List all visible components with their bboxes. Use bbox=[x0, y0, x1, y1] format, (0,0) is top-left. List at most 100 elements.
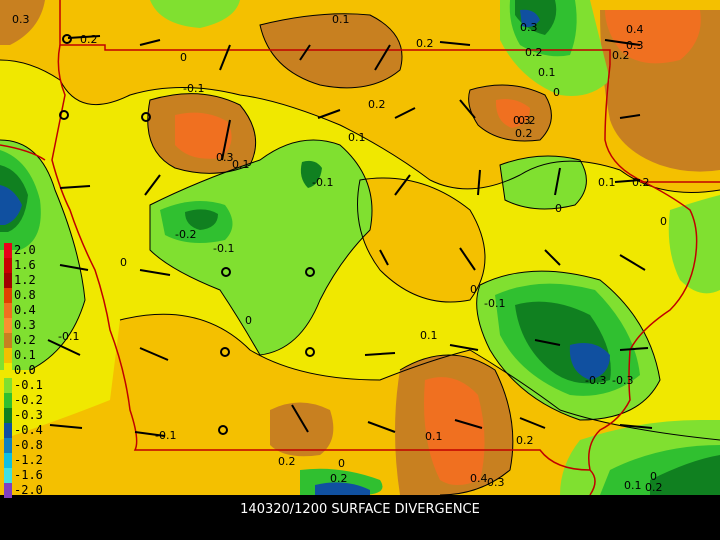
legend-swatch bbox=[4, 438, 12, 453]
legend-row: 0.2 bbox=[4, 333, 40, 348]
contour-label: 0.4 bbox=[470, 472, 488, 485]
legend-row: -2.0 bbox=[4, 483, 43, 498]
legend-label: -1.2 bbox=[14, 453, 43, 467]
contour-label: 0.2 bbox=[515, 127, 533, 140]
contour-label: 0.4 bbox=[626, 23, 644, 36]
contour-label: 0.1 bbox=[232, 158, 250, 171]
legend-swatch bbox=[4, 393, 12, 408]
field-pos-02-w bbox=[140, 322, 208, 420]
legend-label: 0.3 bbox=[14, 318, 36, 332]
contour-label: 0.3 bbox=[513, 114, 531, 127]
contour-label: 0.2 bbox=[516, 434, 534, 447]
contour-label: 0.3 bbox=[487, 476, 505, 489]
contour-label: 0 bbox=[553, 86, 560, 99]
contour-label: 0.1 bbox=[624, 479, 642, 492]
legend-row: -1.2 bbox=[4, 453, 43, 468]
contour-label: 0.3 bbox=[520, 21, 538, 34]
legend-label: -0.8 bbox=[14, 438, 43, 452]
contour-label: -0.1 bbox=[213, 242, 234, 255]
legend-row: -0.3 bbox=[4, 408, 43, 423]
legend-label: 0.2 bbox=[14, 333, 36, 347]
legend-label: -0.2 bbox=[14, 393, 43, 407]
field-neg-01-midnorth bbox=[500, 156, 587, 209]
legend-row: -0.4 bbox=[4, 423, 43, 438]
color-legend: 2.0 1.6 1.2 0.8 0.4 0.3 0.2 0.1 0.0 -0.1 -0.2 -0.3-… bbox=[4, 243, 43, 498]
legend-label: -0.1 bbox=[14, 378, 43, 392]
contour-label: 0 bbox=[470, 283, 477, 296]
legend-swatch bbox=[4, 363, 12, 378]
legend-row: -0.2 bbox=[4, 393, 43, 408]
map-stage: 0.3 0.2 0.1 0 0.2 0.3 0.2 0.1 0.4 0.3 0.2 -0.1 0 0.1 0… bbox=[0, 0, 720, 540]
legend-label: 1.6 bbox=[14, 258, 36, 272]
contour-label: 0 bbox=[555, 202, 562, 215]
legend-swatch bbox=[4, 288, 12, 303]
legend-swatch bbox=[4, 483, 12, 498]
legend-swatch bbox=[4, 453, 12, 468]
contour-label: 0.1 bbox=[538, 66, 556, 79]
contour-label: -0.1 bbox=[484, 297, 505, 310]
contour-label: 0.2 bbox=[368, 98, 386, 111]
legend-row: 0.8 bbox=[4, 288, 40, 303]
legend-swatch bbox=[4, 348, 12, 363]
legend-row: 1.2 bbox=[4, 273, 40, 288]
legend-row: 0.1 bbox=[4, 348, 40, 363]
contour-label: 0.2 bbox=[330, 472, 348, 485]
legend-row: 0.4 bbox=[4, 303, 40, 318]
legend-label: 0.4 bbox=[14, 303, 36, 317]
field-pos-02-sw bbox=[270, 402, 334, 457]
legend-swatch bbox=[4, 423, 12, 438]
contour-label: -0.3 bbox=[612, 374, 633, 387]
legend-swatch bbox=[4, 303, 12, 318]
contour-label: 0.1 bbox=[598, 176, 616, 189]
legend-row: 2.0 bbox=[4, 243, 40, 258]
legend-swatch bbox=[4, 468, 12, 483]
legend-label: 1.2 bbox=[14, 273, 36, 287]
legend-swatch bbox=[4, 243, 12, 258]
contour-label: -0.2 bbox=[175, 228, 196, 241]
legend-label: 0.8 bbox=[14, 288, 36, 302]
contour-label: 0.2 bbox=[416, 37, 434, 50]
contour-label: 0.2 bbox=[645, 481, 663, 494]
contour-label: 0.1 bbox=[348, 131, 366, 144]
contour-label: 0 bbox=[120, 256, 127, 269]
contour-label: 0.2 bbox=[632, 176, 650, 189]
contour-label: 0.1 bbox=[420, 329, 438, 342]
legend-label: -0.4 bbox=[14, 423, 43, 437]
legend-label: -0.3 bbox=[14, 408, 43, 422]
contour-label: 0.3 bbox=[216, 151, 234, 164]
legend-label: 0.0 bbox=[14, 363, 36, 377]
divergence-map: 0.30.20.100.20.30.20.10.40.30.2-0.1 00.10… bbox=[0, 0, 720, 495]
contour-label: 0 bbox=[660, 215, 667, 228]
legend-swatch bbox=[4, 273, 12, 288]
contour-label: -0.1 bbox=[155, 429, 176, 442]
legend-label: -2.0 bbox=[14, 483, 43, 497]
contour-label: 0 bbox=[180, 51, 187, 64]
contour-label: 0 bbox=[245, 314, 252, 327]
contour-label: 0.2 bbox=[80, 33, 98, 46]
contour-label: 0.2 bbox=[525, 46, 543, 59]
contour-label: 0.3 bbox=[12, 13, 30, 26]
contour-label: -0.1 bbox=[312, 176, 333, 189]
legend-row: -1.6 bbox=[4, 468, 43, 483]
contour-label: -0.1 bbox=[58, 330, 79, 343]
contour-label: -0.1 bbox=[183, 82, 204, 95]
legend-row: -0.8 bbox=[4, 438, 43, 453]
map-caption: 140320/1200 SURFACE DIVERGENCE bbox=[240, 502, 480, 517]
contour-label: 0.1 bbox=[332, 13, 350, 26]
legend-swatch bbox=[4, 333, 12, 348]
legend-row: 0.3 bbox=[4, 318, 40, 333]
legend-row: -0.1 bbox=[4, 378, 43, 393]
legend-label: -1.6 bbox=[14, 468, 43, 482]
contour-label: 0 bbox=[338, 457, 345, 470]
legend-swatch bbox=[4, 378, 12, 393]
contour-label: 0.1 bbox=[425, 430, 443, 443]
legend-label: 2.0 bbox=[14, 243, 36, 257]
legend-swatch bbox=[4, 408, 12, 423]
legend-row: 0.0 bbox=[4, 363, 40, 378]
legend-row: 1.6 bbox=[4, 258, 40, 273]
contour-label: 0.2 bbox=[278, 455, 296, 468]
legend-swatch bbox=[4, 258, 12, 273]
contour-label: -0.3 bbox=[585, 374, 606, 387]
contour-label: 0.2 bbox=[612, 49, 630, 62]
legend-swatch bbox=[4, 318, 12, 333]
